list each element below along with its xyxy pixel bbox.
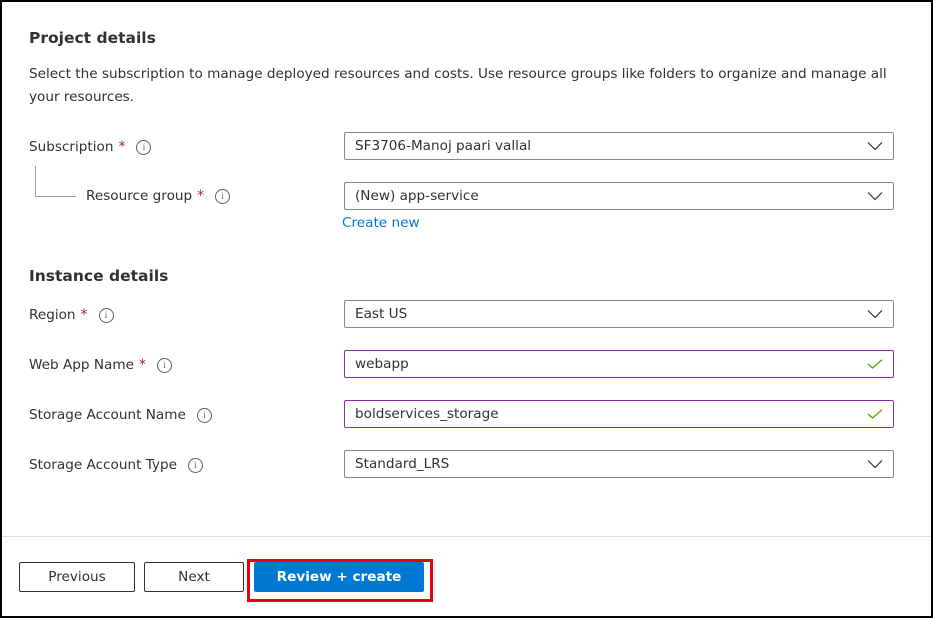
region-label: Region * i bbox=[29, 305, 114, 325]
chevron-down-icon bbox=[867, 142, 883, 151]
subscription-label: Subscription * i bbox=[29, 137, 152, 157]
chevron-down-icon bbox=[867, 460, 883, 469]
highlight-annotation-box bbox=[247, 559, 433, 602]
subscription-label-text: Subscription bbox=[29, 139, 114, 155]
info-icon[interactable]: i bbox=[196, 407, 212, 423]
storage-account-name-input[interactable]: boldservices_storage bbox=[344, 400, 894, 428]
create-new-link[interactable]: Create new bbox=[342, 215, 420, 231]
storage-account-type-label-text: Storage Account Type bbox=[29, 457, 177, 473]
hierarchy-connector bbox=[35, 166, 76, 197]
next-button[interactable]: Next bbox=[144, 562, 244, 592]
info-icon[interactable]: i bbox=[156, 357, 172, 373]
section-title-instance-details: Instance details bbox=[29, 267, 169, 285]
resource-group-label: Resource group * i bbox=[86, 186, 231, 206]
storage-account-type-value: Standard_LRS bbox=[355, 456, 450, 472]
storage-account-type-dropdown[interactable]: Standard_LRS bbox=[344, 450, 894, 478]
storage-account-type-label: Storage Account Type i bbox=[29, 455, 203, 475]
section-title-project-details: Project details bbox=[29, 29, 156, 47]
chevron-down-icon bbox=[867, 310, 883, 319]
project-details-description: Select the subscription to manage deploy… bbox=[29, 66, 887, 105]
info-icon[interactable]: i bbox=[187, 457, 203, 473]
web-app-name-input[interactable]: webapp bbox=[344, 350, 894, 378]
required-asterisk: * bbox=[80, 307, 88, 323]
info-icon[interactable]: i bbox=[98, 307, 114, 323]
checkmark-icon bbox=[867, 409, 883, 419]
storage-account-name-label-text: Storage Account Name bbox=[29, 407, 186, 423]
subscription-value: SF3706-Manoj paari vallal bbox=[355, 138, 532, 154]
subscription-dropdown[interactable]: SF3706-Manoj paari vallal bbox=[344, 132, 894, 160]
resource-group-dropdown[interactable]: (New) app-service bbox=[344, 182, 894, 210]
form-panel: Project details Select the subscription … bbox=[0, 0, 933, 618]
required-asterisk: * bbox=[138, 357, 146, 373]
resource-group-label-text: Resource group bbox=[86, 188, 193, 204]
region-value: East US bbox=[355, 306, 408, 322]
footer-divider bbox=[2, 536, 931, 537]
required-asterisk: * bbox=[118, 139, 126, 155]
region-label-text: Region bbox=[29, 307, 76, 323]
web-app-name-value: webapp bbox=[355, 356, 409, 372]
required-asterisk: * bbox=[197, 188, 205, 204]
info-icon[interactable]: i bbox=[215, 188, 231, 204]
storage-account-name-value: boldservices_storage bbox=[355, 406, 499, 422]
chevron-down-icon bbox=[867, 192, 883, 201]
checkmark-icon bbox=[867, 359, 883, 369]
web-app-name-label: Web App Name * i bbox=[29, 355, 172, 375]
storage-account-name-label: Storage Account Name i bbox=[29, 405, 212, 425]
region-dropdown[interactable]: East US bbox=[344, 300, 894, 328]
resource-group-value: (New) app-service bbox=[355, 188, 479, 204]
previous-button[interactable]: Previous bbox=[19, 562, 135, 592]
web-app-name-label-text: Web App Name bbox=[29, 357, 134, 373]
info-icon[interactable]: i bbox=[136, 139, 152, 155]
